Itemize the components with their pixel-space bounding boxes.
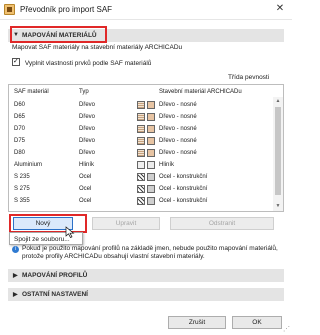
cell-saf: D60 bbox=[14, 102, 26, 108]
col-header-archicad[interactable]: Stavební materiál ARCHICADu bbox=[159, 89, 242, 95]
cancel-button[interactable]: Zrušit bbox=[168, 316, 226, 329]
cell-type: Dřevo bbox=[79, 150, 96, 156]
close-icon[interactable]: ✕ bbox=[274, 3, 286, 15]
cell-type: Ocel bbox=[79, 198, 92, 204]
title-bar: Převodník pro import SAF ✕ bbox=[0, 0, 292, 20]
cell-type: Dřevo bbox=[79, 138, 96, 144]
edit-button[interactable]: Upravit bbox=[92, 217, 160, 230]
cell-saf: D75 bbox=[14, 138, 26, 144]
table-row[interactable]: D70 Dřevo Dřevo - nosné bbox=[9, 123, 271, 135]
material-swatch-icon bbox=[137, 173, 145, 181]
ok-button[interactable]: OK bbox=[232, 316, 282, 329]
cell-archicad[interactable]: Dřevo - nosné bbox=[159, 126, 197, 132]
cell-type: Dřevo bbox=[79, 114, 96, 120]
material-swatch-icon bbox=[137, 185, 145, 193]
fill-properties-checkbox-row[interactable]: Vyplnit vlastnosti prvků podle SAF mater… bbox=[12, 57, 152, 67]
info-icon: i bbox=[12, 246, 19, 253]
material-swatch-icon bbox=[137, 125, 145, 133]
scroll-up-icon[interactable]: ▲ bbox=[273, 97, 283, 106]
material-swatch-icon bbox=[137, 101, 145, 109]
section-other-settings[interactable]: ▶ OSTATNÍ NASTAVENÍ bbox=[8, 288, 284, 301]
expand-triangle-icon: ▶ bbox=[13, 292, 18, 298]
material-swatch-icon bbox=[137, 197, 145, 205]
cell-type: Ocel bbox=[79, 174, 92, 180]
cell-type: Hliník bbox=[79, 162, 95, 168]
window-title: Převodník pro import SAF bbox=[20, 5, 113, 14]
cell-archicad[interactable]: Ocel - konstrukční bbox=[159, 174, 207, 180]
fill-swatch-icon bbox=[147, 101, 155, 109]
fill-swatch-icon bbox=[147, 149, 155, 157]
material-swatch-icon bbox=[137, 149, 145, 157]
table-row[interactable]: S 355 Ocel Ocel - konstrukční bbox=[9, 195, 271, 207]
col-header-type[interactable]: Typ bbox=[79, 89, 89, 95]
resize-grip-icon[interactable]: ⋰ bbox=[283, 325, 290, 333]
table-row[interactable]: Aluminium Hliník Hliník bbox=[9, 159, 271, 171]
mapping-description: Mapovat SAF materiály na stavební materi… bbox=[12, 44, 183, 51]
material-swatch-icon bbox=[137, 137, 145, 145]
app-icon bbox=[4, 4, 15, 15]
cell-type: Ocel bbox=[79, 186, 92, 192]
info-text: Pokud je použito mapování profilů na zák… bbox=[22, 245, 278, 260]
delete-button[interactable]: Odstranit bbox=[170, 217, 274, 230]
fill-swatch-icon bbox=[147, 113, 155, 121]
fill-swatch-icon bbox=[147, 161, 155, 169]
table-row[interactable]: D60 Dřevo Dřevo - nosné bbox=[9, 99, 271, 111]
strength-class-selector[interactable]: Třída pevnosti bbox=[228, 74, 269, 81]
section-title: MAPOVÁNÍ PROFILŮ bbox=[22, 272, 88, 279]
table-row[interactable]: D80 Dřevo Dřevo - nosné bbox=[9, 147, 271, 159]
highlight-box-new bbox=[9, 214, 87, 233]
cell-saf: Aluminium bbox=[14, 162, 43, 168]
merge-from-file-item[interactable]: Spojit ze souboru... bbox=[14, 236, 70, 243]
cell-archicad[interactable]: Dřevo - nosné bbox=[159, 150, 197, 156]
table-header: SAF materiál Typ Stavební materiál ARCHI… bbox=[9, 85, 283, 97]
cell-saf: D80 bbox=[14, 150, 26, 156]
material-mapping-table: SAF materiál Typ Stavební materiál ARCHI… bbox=[8, 84, 284, 212]
cell-saf: D70 bbox=[14, 126, 26, 132]
scroll-thumb[interactable] bbox=[275, 107, 281, 195]
col-header-saf[interactable]: SAF materiál bbox=[14, 89, 49, 95]
cell-archicad[interactable]: Ocel - konstrukční bbox=[159, 186, 207, 192]
table-scrollbar[interactable]: ▲ ▼ bbox=[273, 97, 283, 211]
cell-saf: S 355 bbox=[14, 198, 30, 204]
fill-swatch-icon bbox=[147, 173, 155, 181]
fill-swatch-icon bbox=[147, 137, 155, 145]
fill-swatch-icon bbox=[147, 125, 155, 133]
fill-swatch-icon bbox=[147, 197, 155, 205]
table-row[interactable]: S 275 Ocel Ocel - konstrukční bbox=[9, 183, 271, 195]
table-row[interactable]: D75 Dřevo Dřevo - nosné bbox=[9, 135, 271, 147]
cell-archicad[interactable]: Hliník bbox=[159, 162, 174, 168]
cell-archicad[interactable]: Dřevo - nosné bbox=[159, 138, 197, 144]
section-mapping-profiles[interactable]: ▶ MAPOVÁNÍ PROFILŮ bbox=[8, 269, 284, 282]
fill-properties-checkbox[interactable] bbox=[12, 57, 20, 66]
cell-saf: S 275 bbox=[14, 186, 30, 192]
cell-type: Dřevo bbox=[79, 102, 96, 108]
cell-type: Dřevo bbox=[79, 126, 96, 132]
material-swatch-icon bbox=[137, 161, 145, 169]
expand-triangle-icon: ▶ bbox=[13, 273, 18, 279]
cell-saf: D65 bbox=[14, 114, 26, 120]
scroll-down-icon[interactable]: ▼ bbox=[273, 202, 283, 211]
table-row[interactable]: D65 Dřevo Dřevo - nosné bbox=[9, 111, 271, 123]
cell-saf: S 235 bbox=[14, 174, 30, 180]
cell-archicad[interactable]: Dřevo - nosné bbox=[159, 102, 197, 108]
highlight-box-section bbox=[10, 26, 107, 43]
section-title: OSTATNÍ NASTAVENÍ bbox=[22, 291, 88, 298]
cell-archicad[interactable]: Dřevo - nosné bbox=[159, 114, 197, 120]
table-row[interactable]: S 235 Ocel Ocel - konstrukční bbox=[9, 171, 271, 183]
mouse-cursor-icon bbox=[65, 226, 75, 238]
material-swatch-icon bbox=[137, 113, 145, 121]
cell-archicad[interactable]: Ocel - konstrukční bbox=[159, 198, 207, 204]
checkbox-label: Vyplnit vlastnosti prvků podle SAF mater… bbox=[24, 60, 152, 67]
fill-swatch-icon bbox=[147, 185, 155, 193]
